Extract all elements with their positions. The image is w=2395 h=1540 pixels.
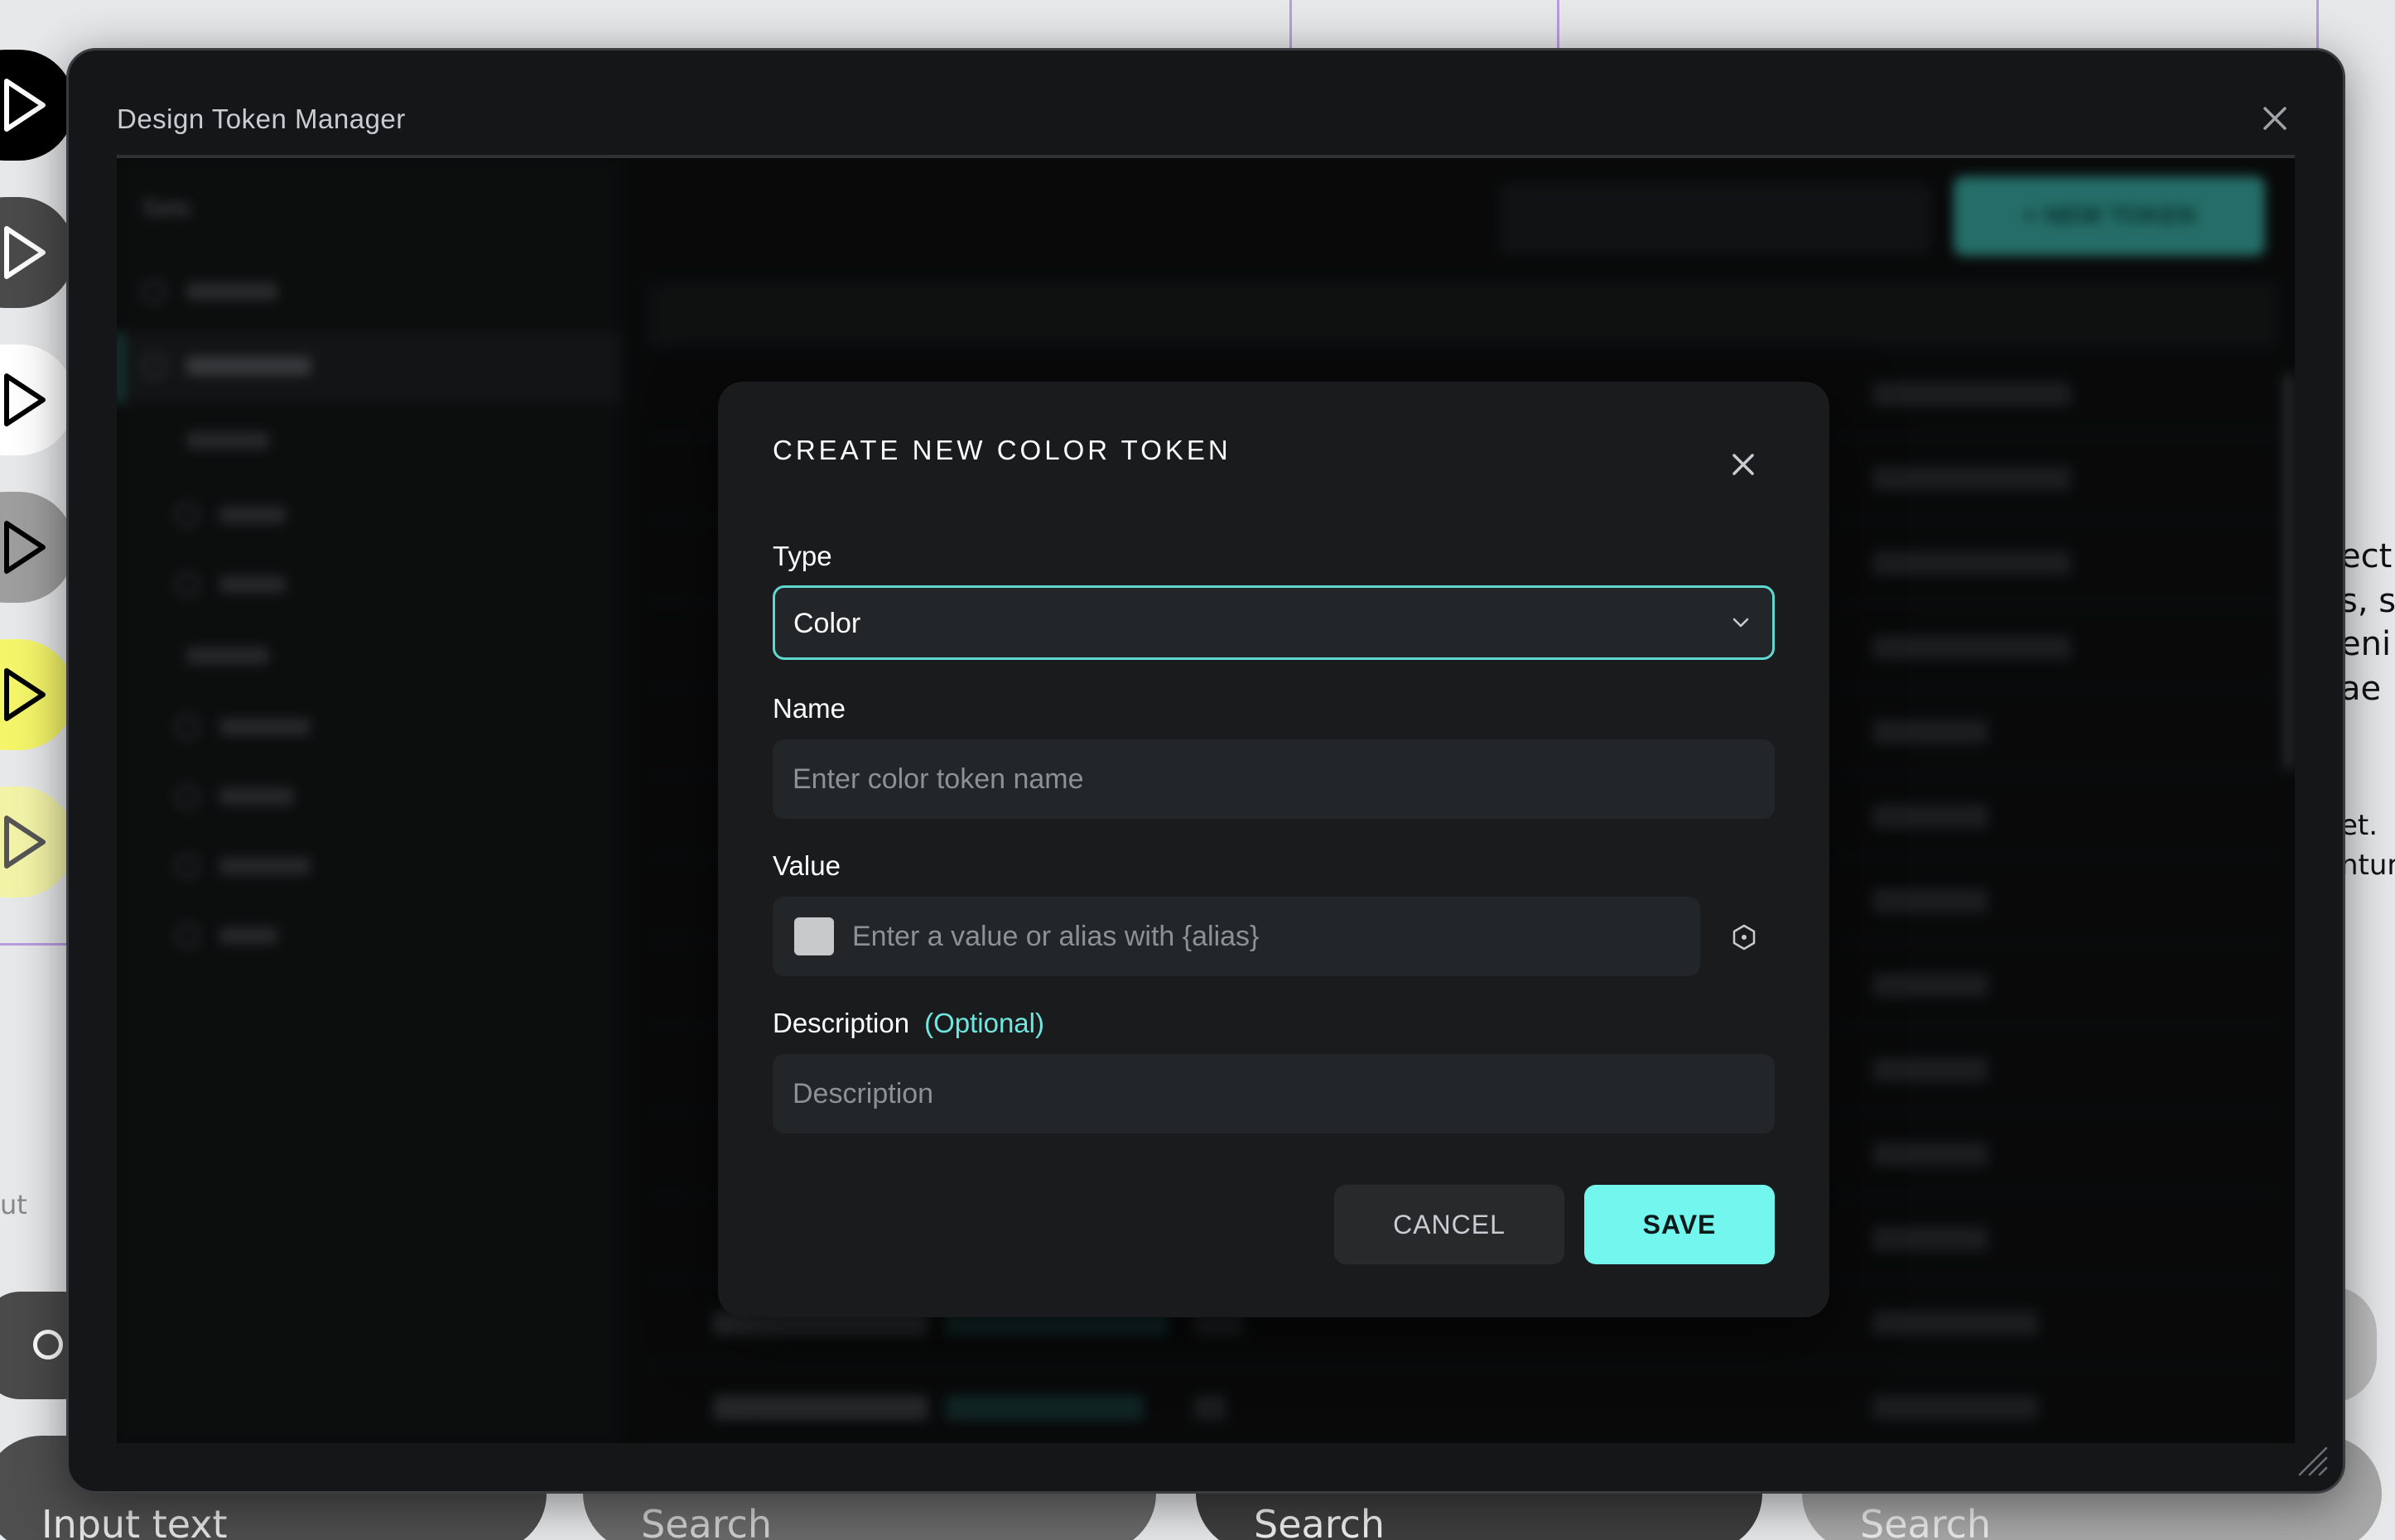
close-icon[interactable]	[2260, 103, 2290, 133]
bg-left-fragment: ut	[0, 1189, 27, 1220]
name-input[interactable]	[773, 739, 1775, 819]
chevron-down-icon	[1732, 618, 1749, 628]
type-select[interactable]: Color	[773, 585, 1775, 660]
create-token-dialog: CREATE NEW COLOR TOKEN Type Color Name V…	[718, 382, 1829, 1317]
cancel-button[interactable]: CANCEL	[1334, 1185, 1564, 1264]
description-label: Description (Optional)	[773, 1008, 1044, 1039]
value-label: Value	[773, 850, 841, 881]
resize-grip-icon[interactable]	[2293, 1441, 2330, 1478]
bg-text-line: s, s	[2340, 582, 2395, 620]
bg-text-line: eni	[2340, 625, 2392, 663]
bg-text-line: ae	[2340, 670, 2382, 708]
bg-text-line: et.	[2340, 809, 2378, 842]
name-label: Name	[773, 693, 846, 724]
description-input[interactable]	[773, 1054, 1775, 1133]
bg-pill-label: Input text	[41, 1502, 228, 1540]
bg-text-line: ect	[2340, 537, 2393, 575]
save-button[interactable]: SAVE	[1584, 1185, 1775, 1264]
window-title: Design Token Manager	[117, 103, 406, 134]
optional-tag: (Optional)	[924, 1008, 1044, 1038]
description-label-text: Description	[773, 1008, 910, 1038]
color-swatch[interactable]	[794, 917, 834, 955]
value-field[interactable]	[773, 897, 1700, 976]
token-manager-window: Design Token Manager Sets + NEW TOKEN CR…	[66, 48, 2345, 1494]
bg-pill-label: Search	[1860, 1502, 1992, 1540]
bg-text-line: ntur	[2340, 849, 2395, 882]
value-input[interactable]	[852, 897, 1680, 976]
dialog-title: CREATE NEW COLOR TOKEN	[773, 435, 1231, 465]
close-icon[interactable]	[1730, 451, 1756, 478]
bg-pill-label: Search	[1254, 1502, 1385, 1540]
type-selected-value: Color	[793, 608, 861, 639]
color-picker-icon[interactable]	[1730, 923, 1758, 951]
type-label: Type	[773, 541, 832, 571]
bg-pill-label: Search	[641, 1502, 773, 1540]
search-icon	[33, 1330, 63, 1360]
